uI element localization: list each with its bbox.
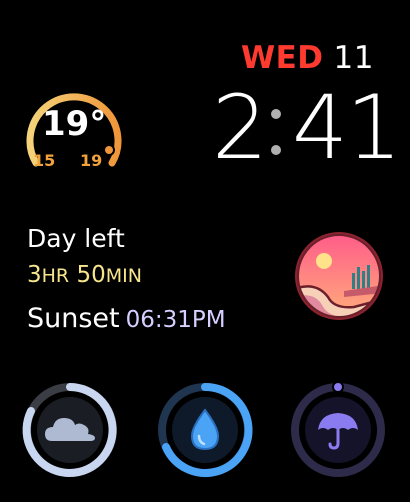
temperature-indicator-dot — [103, 144, 115, 156]
rain-chance-complication[interactable] — [288, 380, 388, 480]
minutes-unit: MIN — [105, 265, 142, 287]
cloud-cover-complication[interactable] — [20, 380, 120, 480]
current-temperature: 19° — [42, 104, 107, 144]
daylight-remaining: 3HR 50MIN — [27, 262, 142, 288]
date-display: WED 11 — [241, 40, 374, 76]
high-temperature: 19 — [80, 151, 103, 170]
minute-ones-digit: 1 — [346, 76, 402, 179]
sunset-label: Sunset — [27, 303, 120, 334]
minute-tens-digit: 4 — [292, 76, 348, 179]
day-left-label: Day left — [27, 224, 125, 253]
hours-unit: HR — [41, 265, 70, 287]
low-temperature: 15 — [33, 151, 56, 170]
photo-complication[interactable] — [294, 231, 384, 321]
hours-value: 3 — [27, 262, 42, 288]
temperature-complication[interactable]: 19° 15 19 — [20, 88, 126, 178]
rain-chance-indicator-dot — [332, 381, 344, 393]
time-display: 2 4 1 — [212, 76, 402, 179]
precipitation-complication[interactable] — [155, 380, 255, 480]
sunset-time: 06:31PM — [125, 307, 226, 333]
weekday: WED — [240, 40, 324, 76]
sun-shape — [316, 253, 332, 269]
hour-digit: 2 — [212, 76, 268, 179]
sunset-info: Sunset 06:31PM — [27, 303, 226, 334]
day-number: 11 — [333, 40, 374, 76]
minutes-value: 50 — [76, 262, 106, 288]
time-colon — [271, 109, 281, 155]
